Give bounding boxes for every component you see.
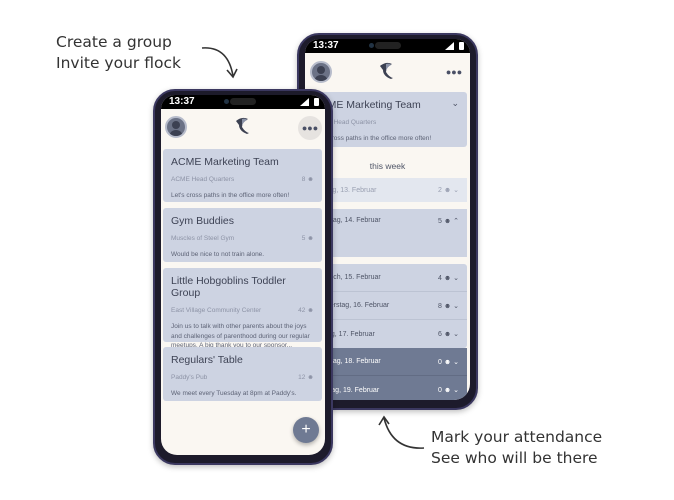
bird-logo-icon bbox=[236, 117, 249, 134]
group-location: Paddy's Pub bbox=[171, 374, 208, 381]
avatar-icon[interactable] bbox=[165, 116, 187, 138]
group-description: Let's cross paths in the office more oft… bbox=[171, 192, 290, 199]
status-time: 13:37 bbox=[313, 40, 339, 51]
day-count: 2 bbox=[437, 187, 442, 194]
group-card[interactable]: Gym Buddies Muscles of Steel Gym 5 ☻ Woul… bbox=[163, 208, 322, 262]
day-count: 6 bbox=[437, 331, 442, 338]
group-description: Would be nice to not train alone. bbox=[171, 251, 265, 258]
group-title: Regulars' Table bbox=[171, 354, 243, 366]
day-count: 4 bbox=[437, 274, 442, 282]
member-count: 12 bbox=[298, 374, 306, 381]
phone-groups: 13:37 ●●● ACME Marketing Team ACME Head … bbox=[153, 89, 333, 465]
caption-line: Create a group bbox=[56, 33, 172, 51]
caption-bottom: Mark your attendance See who will be the… bbox=[431, 427, 602, 469]
group-location: East Village Community Center bbox=[171, 307, 262, 314]
day-count: 8 bbox=[437, 302, 442, 310]
caption-line: Invite your flock bbox=[56, 54, 181, 72]
group-location: Muscles of Steel Gym bbox=[171, 235, 235, 242]
groups-button[interactable]: ●●● bbox=[298, 116, 322, 140]
group-title: Little Hobgoblins Toddler Group bbox=[171, 275, 286, 299]
chevron-down-icon[interactable]: ⌄ bbox=[451, 98, 459, 109]
member-count: 8 bbox=[301, 176, 306, 183]
add-group-button[interactable]: + bbox=[293, 417, 319, 443]
groups-screen: 13:37 ●●● ACME Marketing Team ACME Head … bbox=[161, 95, 325, 455]
member-count: 42 bbox=[298, 307, 306, 314]
person-icon: ☻ bbox=[307, 307, 314, 314]
caption-top: Create a group Invite your flock bbox=[56, 32, 181, 74]
member-count: 5 bbox=[301, 235, 306, 242]
person-icon: ☻ bbox=[307, 374, 314, 381]
group-title: ACME Marketing Team bbox=[313, 99, 421, 111]
arrow-icon bbox=[201, 47, 238, 79]
group-card[interactable]: Little Hobgoblins Toddler Group East Vil… bbox=[163, 268, 322, 349]
group-description: We meet every Tuesday at 8pm at Paddy's. bbox=[171, 390, 297, 397]
group-title: Gym Buddies bbox=[171, 215, 235, 227]
status-bar: 13:37 bbox=[305, 39, 470, 53]
caption-line: See who will be there bbox=[431, 449, 598, 467]
arrow-icon bbox=[378, 415, 425, 449]
caption-line: Mark your attendance bbox=[431, 428, 603, 446]
bird-logo-icon bbox=[380, 62, 393, 79]
status-time: 13:37 bbox=[169, 96, 195, 107]
day-count: 0 bbox=[437, 387, 442, 394]
day-count: 5 bbox=[437, 218, 442, 225]
person-icon: ☻ bbox=[307, 176, 314, 183]
avatar-icon[interactable] bbox=[310, 61, 332, 83]
status-bar: 13:37 bbox=[161, 95, 325, 109]
group-location: ACME Head Quarters bbox=[171, 176, 235, 183]
day-count: 0 bbox=[437, 358, 442, 366]
group-description: Let's cross paths in the office more oft… bbox=[313, 135, 432, 142]
groups-icon[interactable]: ●●● bbox=[442, 60, 466, 84]
group-title: ACME Marketing Team bbox=[171, 156, 279, 168]
group-card[interactable]: ACME Marketing Team ACME Head Quarters 8 … bbox=[163, 149, 322, 202]
group-card[interactable]: Regulars' Table Paddy's Pub 12 ☻ We meet … bbox=[163, 347, 322, 401]
person-icon: ☻ bbox=[307, 235, 314, 242]
